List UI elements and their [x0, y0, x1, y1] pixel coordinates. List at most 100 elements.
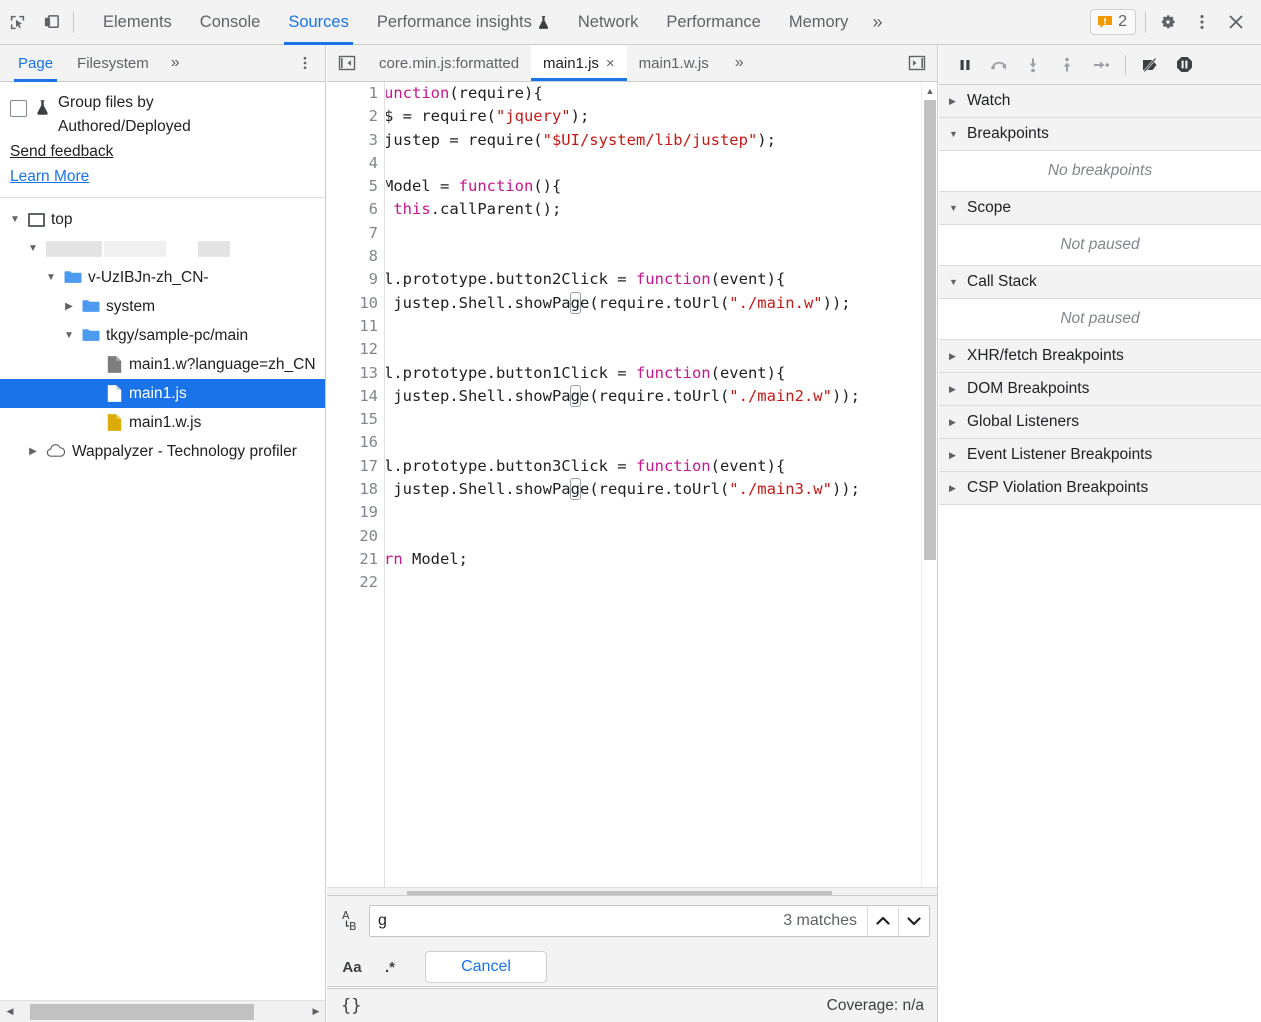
- tree-item-main1-w-language[interactable]: main1.w?language=zh_CN: [0, 350, 325, 379]
- navigator-more-tabs-chevron-icon[interactable]: »: [161, 54, 190, 72]
- code-line: [386, 245, 920, 268]
- navigator-horizontal-scrollbar[interactable]: ◀ ▶: [0, 1000, 326, 1022]
- editor-vertical-scroll-thumb[interactable]: [924, 100, 936, 560]
- scroll-up-arrow[interactable]: ▲: [922, 82, 938, 99]
- pretty-print-icon[interactable]: {}: [341, 996, 361, 1016]
- search-input[interactable]: [370, 906, 783, 936]
- learn-more-link[interactable]: Learn More: [10, 164, 315, 189]
- line-number: 15: [327, 408, 384, 431]
- tab-memory[interactable]: Memory: [775, 0, 863, 45]
- show-debugger-icon[interactable]: [897, 45, 937, 81]
- twisty-closed-icon[interactable]: ▶: [62, 301, 76, 312]
- navigator-tab-filesystem[interactable]: Filesystem: [65, 45, 161, 82]
- line-number: 2: [327, 105, 384, 128]
- search-input-wrapper[interactable]: 3 matches: [369, 905, 930, 937]
- breakpoints-empty-message: No breakpoints: [939, 151, 1261, 192]
- editor-tab-main1-w-js[interactable]: main1.w.js: [627, 45, 721, 81]
- section-watch[interactable]: ▶ Watch: [939, 85, 1261, 118]
- tree-item-tkgy-sample-pc-main[interactable]: ▼ tkgy/sample-pc/main: [0, 321, 325, 350]
- editor-tab-main1-js[interactable]: main1.js ×: [531, 45, 627, 81]
- twisty-open-icon[interactable]: ▼: [8, 214, 22, 225]
- code-line: ar justep = require("$UI/system/lib/just…: [386, 129, 920, 152]
- scroll-right-arrow[interactable]: ▶: [306, 1006, 326, 1017]
- gear-icon[interactable]: [1151, 6, 1185, 38]
- tab-performance[interactable]: Performance: [652, 0, 774, 45]
- section-scope[interactable]: ▼ Scope: [939, 192, 1261, 225]
- close-icon[interactable]: ×: [606, 56, 615, 71]
- section-breakpoints[interactable]: ▼ Breakpoints: [939, 118, 1261, 151]
- twisty-closed-icon[interactable]: ▶: [26, 446, 40, 457]
- code-line: eturn Model;: [386, 548, 920, 571]
- device-toggle-icon[interactable]: [34, 6, 68, 38]
- twisty-open-icon[interactable]: ▼: [26, 243, 40, 254]
- navigator-more-options-icon[interactable]: [285, 55, 325, 71]
- line-number: 13: [327, 362, 384, 385]
- tree-item-system[interactable]: ▶ system: [0, 292, 325, 321]
- tab-elements[interactable]: Elements: [89, 0, 186, 45]
- inspect-cursor-icon[interactable]: [0, 6, 34, 38]
- line-number: 14: [327, 385, 384, 408]
- twisty-open-icon[interactable]: ▼: [62, 330, 76, 341]
- warning-count-badge[interactable]: 2: [1090, 9, 1136, 35]
- editor-tab-core-min-js[interactable]: core.min.js:formatted: [367, 45, 531, 81]
- search-cancel-button[interactable]: Cancel: [425, 951, 547, 983]
- tree-item-redacted-origin[interactable]: ▼: [0, 234, 325, 263]
- more-tabs-chevron-icon[interactable]: »: [862, 12, 892, 33]
- code-text-content[interactable]: e(function(require){ ar $ = require("jqu…: [386, 82, 920, 909]
- tab-performance-insights[interactable]: Performance insights: [363, 0, 564, 45]
- tree-item-wappalyzer[interactable]: ▶ Wappalyzer - Technology profiler: [0, 437, 325, 466]
- editor-more-tabs-chevron-icon[interactable]: »: [721, 45, 758, 81]
- show-navigator-icon[interactable]: [327, 45, 367, 81]
- more-options-icon[interactable]: [1185, 6, 1219, 38]
- section-xhr-fetch-breakpoints[interactable]: ▶ XHR/fetch Breakpoints: [939, 340, 1261, 373]
- section-call-stack[interactable]: ▼ Call Stack: [939, 266, 1261, 299]
- tab-console[interactable]: Console: [186, 0, 275, 45]
- close-icon[interactable]: [1219, 6, 1253, 38]
- editor-tab-core-min-js-label: core.min.js:formatted: [379, 55, 519, 72]
- twisty-open-icon[interactable]: ▼: [44, 272, 58, 283]
- section-event-listener-breakpoints[interactable]: ▶ Event Listener Breakpoints: [939, 439, 1261, 472]
- search-prev-button[interactable]: [867, 906, 898, 936]
- pause-script-execution-button[interactable]: [949, 50, 981, 80]
- section-global-listeners[interactable]: ▶ Global Listeners: [939, 406, 1261, 439]
- section-dom-breakpoints[interactable]: ▶ DOM Breakpoints: [939, 373, 1261, 406]
- scroll-left-arrow[interactable]: ◀: [0, 1006, 20, 1017]
- tree-item-main1-w-js[interactable]: main1.w.js: [0, 408, 325, 437]
- code-line: odel.prototype.button2Click = function(e…: [386, 268, 920, 291]
- navigator-scroll-track[interactable]: [20, 1001, 306, 1022]
- tree-item-v-uzibjn[interactable]: ▼ v-UzIBJn-zh_CN-: [0, 263, 325, 292]
- editor-statusbar: {} Coverage: n/a: [327, 988, 938, 1022]
- code-editor-area[interactable]: 1 2 3 4 5 6 7 8 9 10 11 12 13 14 15 16 1…: [327, 82, 938, 909]
- step-over-button[interactable]: [983, 50, 1015, 80]
- group-files-checkbox[interactable]: [10, 100, 27, 117]
- step-button[interactable]: [1085, 50, 1117, 80]
- code-line: justep.Shell.showPage(require.toUrl("./m…: [386, 478, 920, 501]
- chevron-down-icon: ▼: [949, 277, 959, 287]
- tree-item-main1-js[interactable]: main1.js: [0, 379, 325, 408]
- send-feedback-link[interactable]: Send feedback: [10, 139, 315, 164]
- line-number: 21: [327, 548, 384, 571]
- navigator-scroll-thumb[interactable]: [30, 1004, 254, 1020]
- code-line: justep.Shell.showPage(require.toUrl("./m…: [386, 385, 920, 408]
- navigator-tabbar: Page Filesystem »: [0, 45, 325, 82]
- section-csp-violation-breakpoints[interactable]: ▶ CSP Violation Breakpoints: [939, 472, 1261, 505]
- search-match-highlight: g: [570, 385, 581, 407]
- search-next-button[interactable]: [898, 906, 929, 936]
- editor-vertical-scrollbar[interactable]: ▲ ▼: [921, 82, 938, 909]
- tree-item-top[interactable]: ▼ top: [0, 205, 325, 234]
- code-line: [386, 525, 920, 548]
- step-into-button[interactable]: [1017, 50, 1049, 80]
- pause-on-exceptions-button[interactable]: [1168, 50, 1200, 80]
- group-files-label: Group files by Authored/Deployed: [58, 91, 273, 139]
- chevron-down-icon: ▼: [949, 203, 959, 213]
- code-line: odel.prototype.button1Click = function(e…: [386, 362, 920, 385]
- deactivate-breakpoints-button[interactable]: [1134, 50, 1166, 80]
- navigator-tab-page[interactable]: Page: [6, 45, 65, 82]
- match-case-toggle[interactable]: Aa: [335, 952, 369, 982]
- regex-toggle[interactable]: .*: [373, 952, 407, 982]
- step-out-button[interactable]: [1051, 50, 1083, 80]
- tab-network[interactable]: Network: [564, 0, 653, 45]
- line-number: 5: [327, 175, 384, 198]
- tab-sources[interactable]: Sources: [274, 0, 363, 45]
- debugger-sidebar-pane: ▶ Watch ▼ Breakpoints No breakpoints ▼ S…: [939, 45, 1261, 1022]
